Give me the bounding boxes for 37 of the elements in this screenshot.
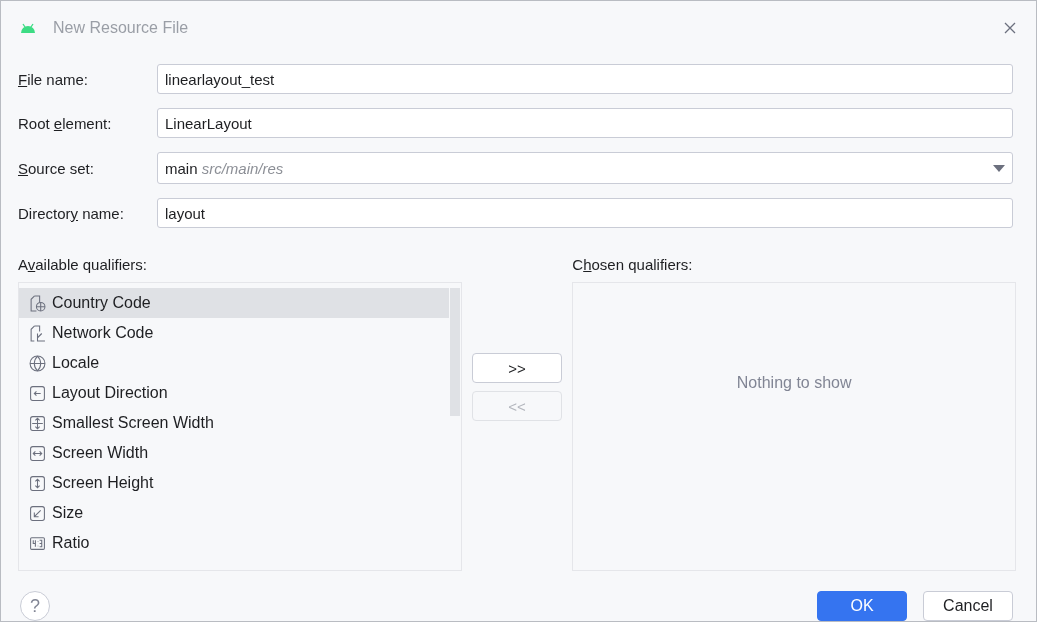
qualifier-item[interactable]: Layout Direction bbox=[19, 378, 449, 408]
help-button[interactable]: ? bbox=[20, 591, 50, 621]
android-icon bbox=[20, 22, 36, 33]
resize-icon bbox=[29, 504, 46, 522]
list-label: Chosen qualifiers: bbox=[572, 256, 694, 273]
qualifier-item[interactable]: Smallest Screen Width bbox=[19, 408, 449, 438]
qualifier-item[interactable]: Locale bbox=[19, 348, 449, 378]
list-label: Available qualifiers: bbox=[18, 256, 148, 273]
source-set-dropdown[interactable]: main src/main/res bbox=[157, 152, 1013, 184]
text-field[interactable]: layout bbox=[157, 198, 1013, 228]
card-globe-icon bbox=[29, 294, 46, 312]
scrollbar-thumb[interactable] bbox=[449, 288, 460, 416]
card-antenna-icon bbox=[29, 324, 46, 342]
field-label: Directory name: bbox=[18, 204, 125, 222]
ok-button[interactable]: OK bbox=[817, 591, 907, 621]
move-button[interactable]: >> bbox=[472, 353, 562, 383]
ratio-icon bbox=[29, 534, 46, 552]
qualifier-item[interactable]: Size bbox=[19, 498, 449, 528]
field-label: File name: bbox=[18, 70, 90, 88]
qualifier-item[interactable]: Country Code bbox=[19, 288, 449, 318]
four-arrows-icon bbox=[29, 414, 46, 432]
qualifier-item[interactable]: Network Code bbox=[19, 318, 449, 348]
horizontal-arrows-icon bbox=[29, 444, 46, 462]
vertical-arrows-icon bbox=[29, 474, 46, 492]
text-field[interactable]: linearlayout_test bbox=[157, 64, 1013, 94]
field-label: Root element: bbox=[18, 114, 113, 132]
text-field[interactable]: LinearLayout bbox=[157, 108, 1013, 138]
cancel-button[interactable]: Cancel bbox=[923, 591, 1013, 621]
qualifier-item[interactable]: Screen Height bbox=[19, 468, 449, 498]
close-icon[interactable] bbox=[1004, 21, 1016, 34]
field-label: Source set: bbox=[18, 159, 95, 177]
empty-text: Nothing to show bbox=[736, 373, 852, 392]
qualifier-item[interactable]: Screen Width bbox=[19, 438, 449, 468]
qualifier-item[interactable]: Ratio bbox=[19, 528, 449, 558]
dropdown-arrow-icon[interactable] bbox=[993, 164, 1005, 172]
window-title: New Resource File bbox=[53, 18, 190, 37]
globe-icon bbox=[29, 354, 46, 372]
